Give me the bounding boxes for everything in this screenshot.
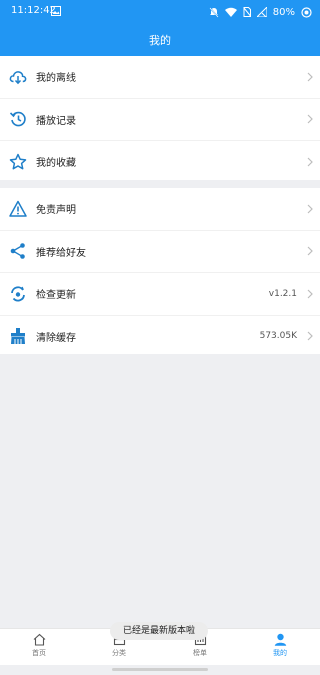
update-icon [11, 286, 25, 302]
image-notification-icon [51, 6, 61, 16]
tab-label: 榜单 [193, 649, 207, 657]
tab-label: 我的 [273, 649, 287, 657]
battery-saver-icon [301, 6, 312, 18]
cache-size: 573.05K [259, 331, 297, 342]
status-icons: 80% [209, 5, 312, 19]
menu-item-label: 我的收藏 [36, 158, 76, 170]
tab-home[interactable]: 首页 [19, 633, 59, 663]
menu-item-label: 推荐给好友 [36, 247, 86, 259]
menu-item-label: 清除缓存 [36, 332, 76, 344]
status-time: 11:12:42 [11, 5, 56, 16]
signal-icon [256, 7, 267, 17]
chevron-right-icon [307, 246, 313, 256]
clear-cache-icon [11, 328, 25, 345]
app-version: v1.2.1 [268, 288, 297, 299]
menu-item-clear-cache[interactable]: 清除缓存 573.05K [0, 316, 320, 358]
chevron-right-icon [307, 289, 313, 299]
warning-icon [9, 200, 27, 217]
app-header: 11:12:42 80% 我的 [0, 0, 320, 56]
toast-message: 已经是最新版本啦 [110, 622, 208, 640]
menu-item-disclaimer[interactable]: 免责声明 [0, 188, 320, 231]
battery-percent: 80% [272, 6, 295, 18]
home-indicator [112, 668, 208, 671]
home-icon [33, 633, 45, 646]
menu-item-label: 播放记录 [36, 115, 76, 127]
chevron-right-icon [307, 331, 313, 341]
status-bar: 11:12:42 80% [0, 0, 320, 24]
history-icon [9, 112, 26, 127]
menu-item-label: 免责声明 [36, 205, 76, 217]
star-icon [9, 153, 27, 170]
chevron-right-icon [307, 157, 313, 167]
menu-group-personal: 我的离线 播放记录 我的收藏 [0, 56, 320, 180]
notifications-off-icon [209, 7, 219, 17]
chevron-right-icon [307, 204, 313, 214]
menu-item-share[interactable]: 推荐给好友 [0, 231, 320, 273]
menu-group-app: 免责声明 推荐给好友 检查更新 v1.2.1 清除缓存 573.05K [0, 188, 320, 354]
chevron-right-icon [307, 114, 313, 124]
tab-label: 分类 [112, 649, 126, 657]
cloud-download-icon [9, 70, 27, 85]
share-icon [10, 243, 25, 260]
chevron-right-icon [307, 72, 313, 82]
screen: 11:12:42 80% 我的 我的离线 播放记录 我的收藏 免责声明 推荐给好… [0, 0, 320, 675]
page-title: 我的 [149, 34, 171, 47]
wifi-icon [224, 7, 237, 17]
tab-label: 首页 [32, 649, 46, 657]
menu-item-favorites[interactable]: 我的收藏 [0, 141, 320, 183]
tab-profile[interactable]: 我的 [260, 633, 300, 663]
menu-item-offline[interactable]: 我的离线 [0, 56, 320, 99]
menu-item-label: 检查更新 [36, 290, 76, 302]
menu-item-history[interactable]: 播放记录 [0, 99, 320, 141]
menu-item-check-update[interactable]: 检查更新 v1.2.1 [0, 273, 320, 316]
profile-icon [274, 633, 286, 646]
no-sim-icon [243, 7, 251, 17]
menu-item-label: 我的离线 [36, 73, 76, 85]
